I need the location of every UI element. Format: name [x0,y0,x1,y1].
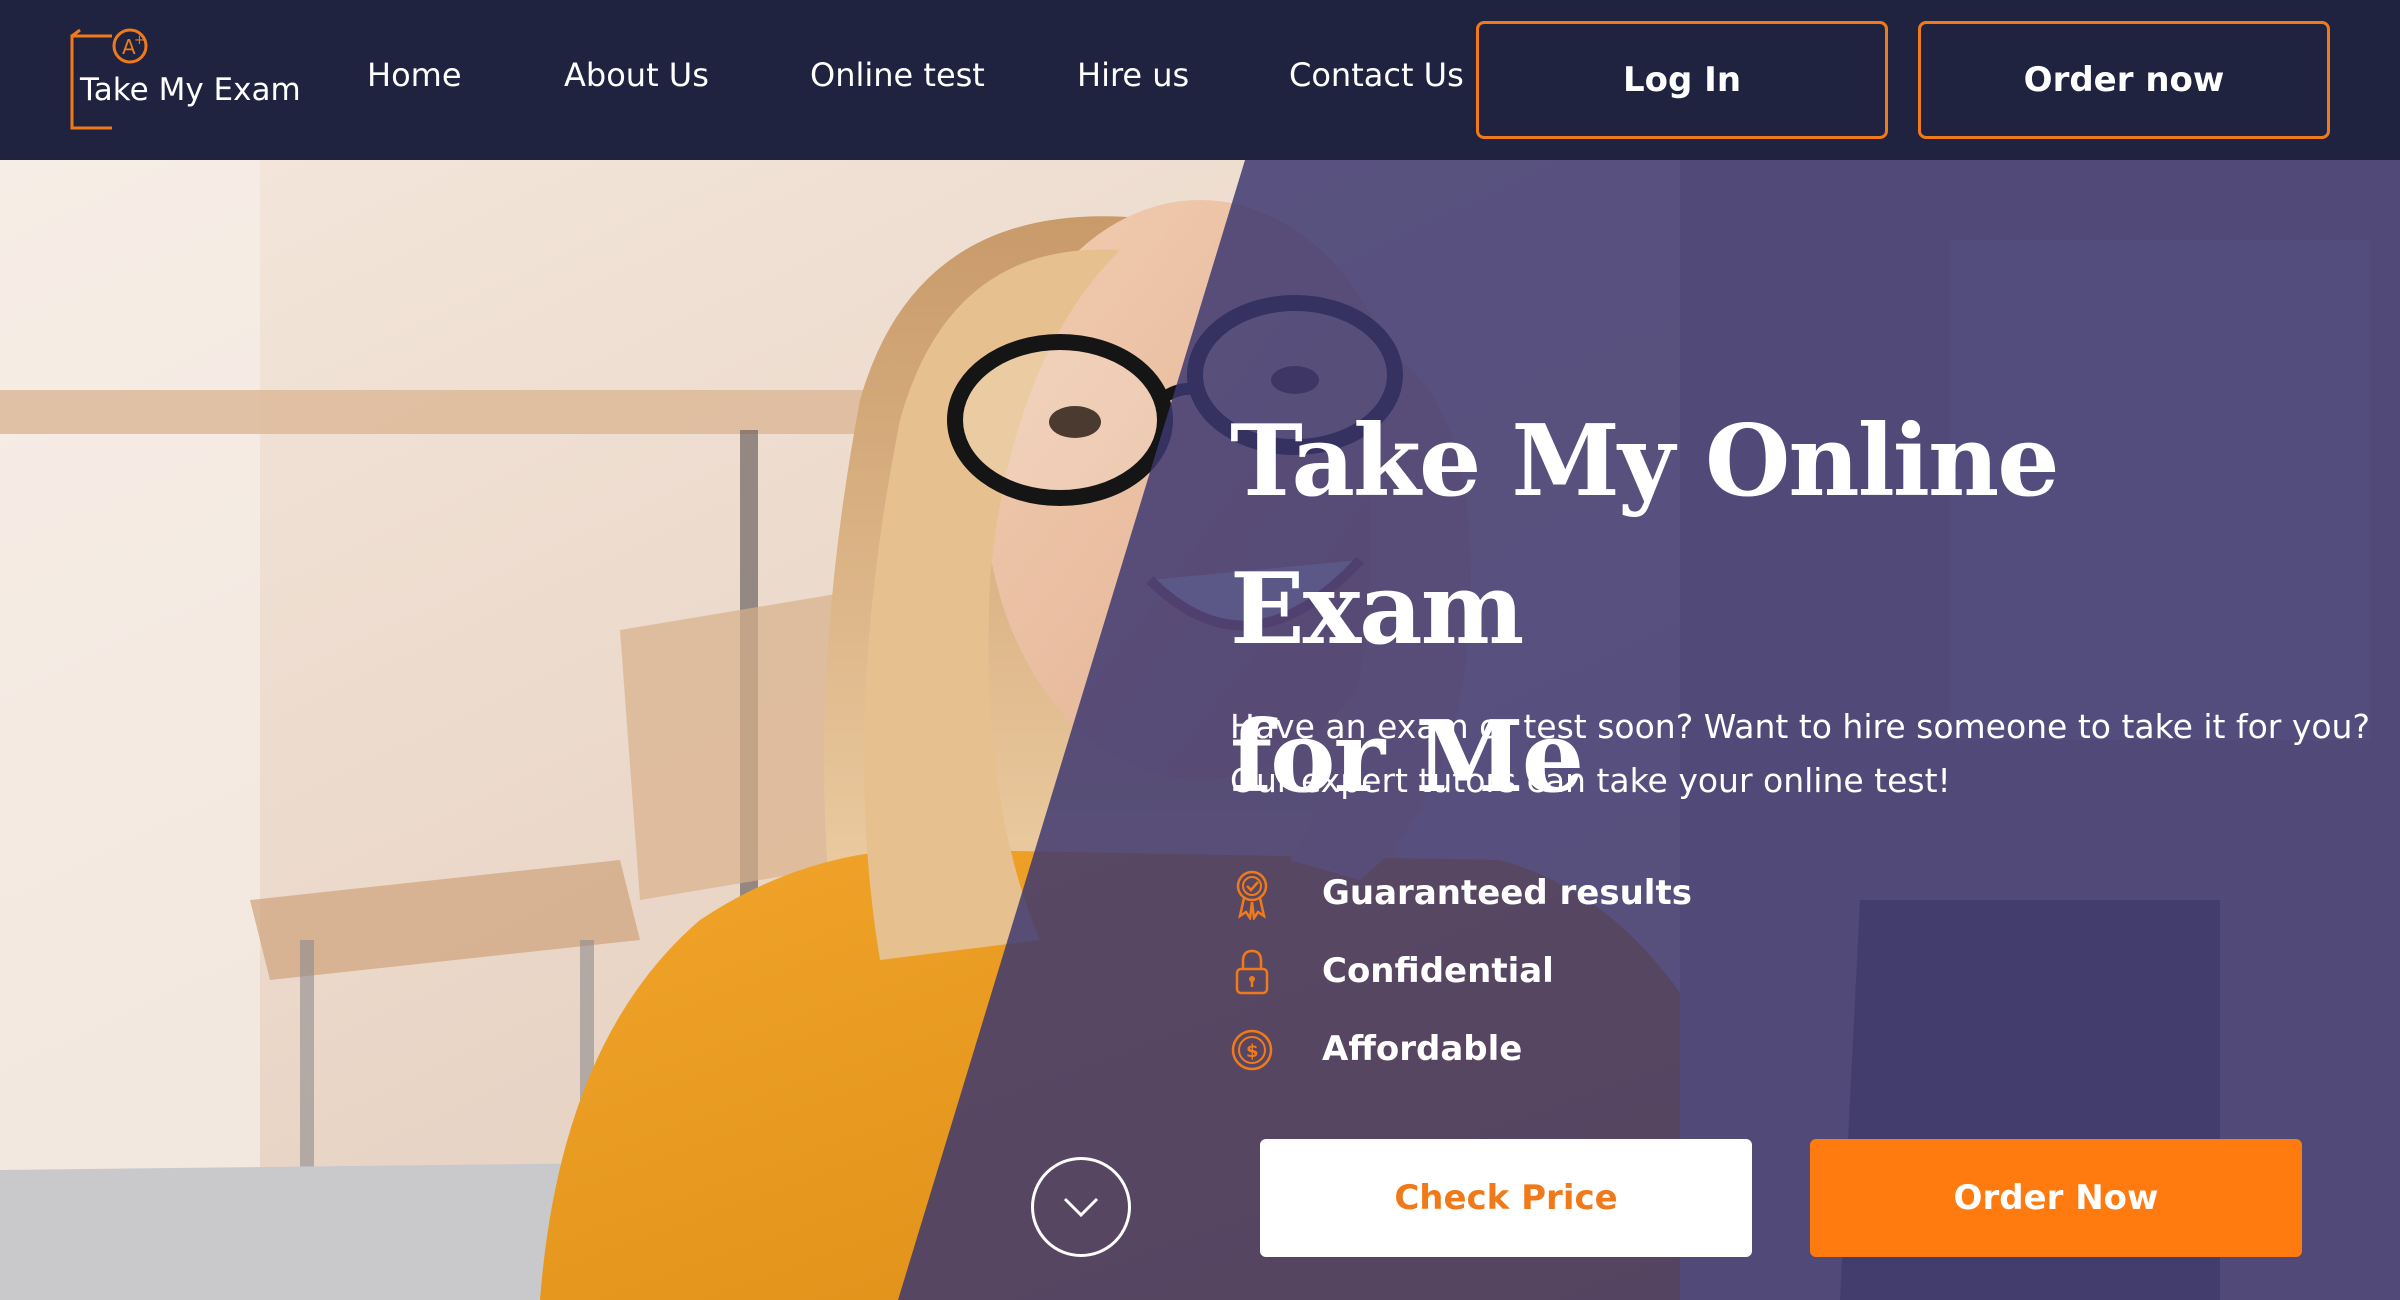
hero-section: Take My Online Exam for Me Have an exam … [0,160,2400,1300]
award-badge-icon [1230,868,1274,920]
site-header: A + Take My Exam Home About Us Online te… [0,0,2400,160]
hero-subtitle: Have an exam or test soon? Want to hire … [1230,700,2380,808]
feature-label: Guaranteed results [1322,873,1692,913]
hero-subtitle-line1: Have an exam or test soon? Want to hire … [1230,707,2370,746]
nav-hire-us[interactable]: Hire us [1077,56,1189,94]
logo-text: Take My Exam [80,72,301,108]
padlock-icon [1230,946,1274,998]
hero-title-line1: Take My Online Exam [1230,404,2060,667]
order-now-button[interactable]: Order Now [1810,1139,2302,1257]
login-button[interactable]: Log In [1476,21,1888,139]
hero-subtitle-line2: Our expert tutors can take your online t… [1230,761,1951,800]
dollar-coin-icon: $ [1230,1024,1274,1076]
check-price-button[interactable]: Check Price [1260,1139,1752,1257]
chevron-down-icon [1063,1197,1099,1218]
scroll-down-button[interactable] [1031,1157,1131,1257]
nav-contact-us[interactable]: Contact Us [1289,56,1464,94]
nav-online-test[interactable]: Online test [810,56,985,94]
site-logo[interactable]: A + Take My Exam [68,28,308,132]
feature-label: Confidential [1322,951,1554,991]
svg-text:$: $ [1246,1041,1259,1062]
svg-text:+: + [134,33,145,48]
order-now-header-button[interactable]: Order now [1918,21,2330,139]
feature-confidential: Confidential [1230,944,1554,1000]
nav-home[interactable]: Home [367,56,462,94]
nav-about-us[interactable]: About Us [564,56,709,94]
feature-guaranteed-results: Guaranteed results [1230,866,1692,922]
feature-affordable: $ Affordable [1230,1022,1522,1078]
feature-label: Affordable [1322,1029,1523,1069]
